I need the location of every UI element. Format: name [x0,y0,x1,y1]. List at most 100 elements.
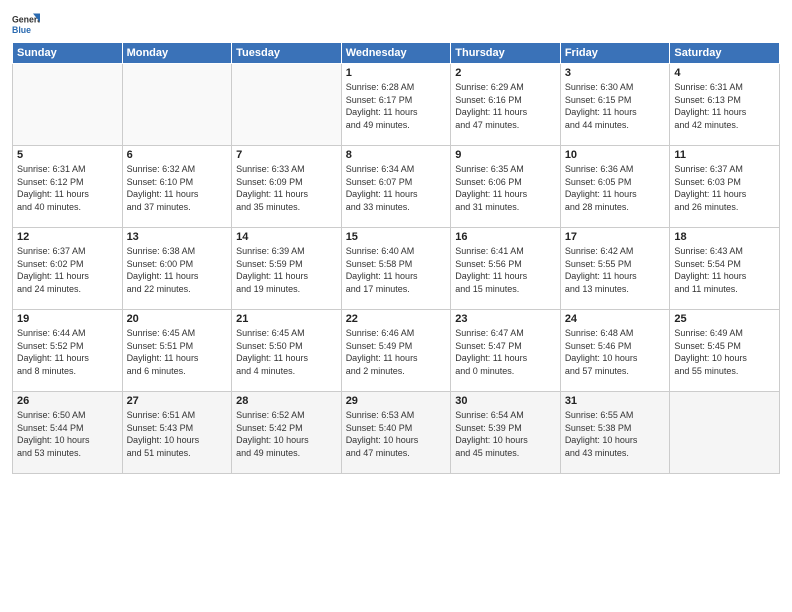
calendar-day [13,64,123,146]
day-info: Sunrise: 6:35 AMSunset: 6:06 PMDaylight:… [455,163,556,213]
day-info: Sunrise: 6:39 AMSunset: 5:59 PMDaylight:… [236,245,337,295]
day-number: 20 [127,313,228,325]
day-info: Sunrise: 6:37 AMSunset: 6:02 PMDaylight:… [17,245,118,295]
day-number: 6 [127,149,228,161]
day-number: 12 [17,231,118,243]
day-info: Sunrise: 6:47 AMSunset: 5:47 PMDaylight:… [455,327,556,377]
day-info: Sunrise: 6:43 AMSunset: 5:54 PMDaylight:… [674,245,775,295]
day-info: Sunrise: 6:45 AMSunset: 5:51 PMDaylight:… [127,327,228,377]
weekday-header-monday: Monday [122,43,232,64]
weekday-header-friday: Friday [560,43,670,64]
day-info: Sunrise: 6:55 AMSunset: 5:38 PMDaylight:… [565,409,666,459]
day-number: 19 [17,313,118,325]
calendar-day: 6 Sunrise: 6:32 AMSunset: 6:10 PMDaylight… [122,146,232,228]
day-info: Sunrise: 6:34 AMSunset: 6:07 PMDaylight:… [346,163,447,213]
day-number: 10 [565,149,666,161]
day-number: 30 [455,395,556,407]
calendar-day: 9 Sunrise: 6:35 AMSunset: 6:06 PMDaylight… [451,146,561,228]
day-info: Sunrise: 6:52 AMSunset: 5:42 PMDaylight:… [236,409,337,459]
weekday-header-thursday: Thursday [451,43,561,64]
calendar-day: 16Sunrise: 6:41 AMSunset: 5:56 PMDayligh… [451,228,561,310]
day-number: 21 [236,313,337,325]
calendar-day: 15 Sunrise: 6:40 AMSunset: 5:58 PMDayligh… [341,228,451,310]
day-info: Sunrise: 6:49 AMSunset: 5:45 PMDaylight:… [674,327,775,377]
calendar-day: 18 Sunrise: 6:43 AMSunset: 5:54 PMDayligh… [670,228,780,310]
calendar-day: 10 Sunrise: 6:36 AMSunset: 6:05 PMDayligh… [560,146,670,228]
day-info: Sunrise: 6:30 AMSunset: 6:15 PMDaylight:… [565,81,666,131]
day-info: Sunrise: 6:51 AMSunset: 5:43 PMDaylight:… [127,409,228,459]
weekday-header-sunday: Sunday [13,43,123,64]
calendar-table: SundayMondayTuesdayWednesdayThursdayFrid… [12,42,780,474]
day-info: Sunrise: 6:54 AMSunset: 5:39 PMDaylight:… [455,409,556,459]
calendar-week-3: 12 Sunrise: 6:37 AMSunset: 6:02 PMDayligh… [13,228,780,310]
day-number: 2 [455,67,556,79]
svg-text:Blue: Blue [12,25,31,35]
day-info: Sunrise: 6:53 AMSunset: 5:40 PMDaylight:… [346,409,447,459]
calendar-week-5: 26Sunrise: 6:50 AMSunset: 5:44 PMDayligh… [13,392,780,474]
day-info: Sunrise: 6:38 AMSunset: 6:00 PMDaylight:… [127,245,228,295]
day-number: 4 [674,67,775,79]
calendar-day: 26Sunrise: 6:50 AMSunset: 5:44 PMDayligh… [13,392,123,474]
day-number: 9 [455,149,556,161]
day-number: 5 [17,149,118,161]
weekday-header-saturday: Saturday [670,43,780,64]
day-number: 31 [565,395,666,407]
day-info: Sunrise: 6:40 AMSunset: 5:58 PMDaylight:… [346,245,447,295]
header: General Blue [12,10,780,38]
calendar-day [232,64,342,146]
day-number: 27 [127,395,228,407]
calendar-day: 17 Sunrise: 6:42 AMSunset: 5:55 PMDayligh… [560,228,670,310]
day-info: Sunrise: 6:32 AMSunset: 6:10 PMDaylight:… [127,163,228,213]
day-number: 28 [236,395,337,407]
calendar-day [122,64,232,146]
calendar-day: 5 Sunrise: 6:31 AMSunset: 6:12 PMDaylight… [13,146,123,228]
day-info: Sunrise: 6:29 AMSunset: 6:16 PMDaylight:… [455,81,556,131]
calendar-day: 2 Sunrise: 6:29 AMSunset: 6:16 PMDaylight… [451,64,561,146]
weekday-header-tuesday: Tuesday [232,43,342,64]
calendar-day: 29 Sunrise: 6:53 AMSunset: 5:40 PMDayligh… [341,392,451,474]
day-number: 17 [565,231,666,243]
day-info: Sunrise: 6:50 AMSunset: 5:44 PMDaylight:… [17,409,118,459]
calendar-day: 25Sunrise: 6:49 AMSunset: 5:45 PMDayligh… [670,310,780,392]
logo-icon: General Blue [12,10,40,38]
calendar-day: 19 Sunrise: 6:44 AMSunset: 5:52 PMDayligh… [13,310,123,392]
calendar-day: 11 Sunrise: 6:37 AMSunset: 6:03 PMDayligh… [670,146,780,228]
day-info: Sunrise: 6:48 AMSunset: 5:46 PMDaylight:… [565,327,666,377]
day-info: Sunrise: 6:31 AMSunset: 6:13 PMDaylight:… [674,81,775,131]
day-info: Sunrise: 6:44 AMSunset: 5:52 PMDaylight:… [17,327,118,377]
calendar-day: 1Sunrise: 6:28 AMSunset: 6:17 PMDaylight… [341,64,451,146]
day-info: Sunrise: 6:42 AMSunset: 5:55 PMDaylight:… [565,245,666,295]
calendar-day: 12 Sunrise: 6:37 AMSunset: 6:02 PMDayligh… [13,228,123,310]
day-number: 15 [346,231,447,243]
day-number: 7 [236,149,337,161]
calendar-day [670,392,780,474]
logo: General Blue [12,10,40,38]
calendar-day: 31 Sunrise: 6:55 AMSunset: 5:38 PMDayligh… [560,392,670,474]
day-number: 22 [346,313,447,325]
day-info: Sunrise: 6:45 AMSunset: 5:50 PMDaylight:… [236,327,337,377]
calendar-day: 27 Sunrise: 6:51 AMSunset: 5:43 PMDayligh… [122,392,232,474]
day-number: 3 [565,67,666,79]
day-info: Sunrise: 6:37 AMSunset: 6:03 PMDaylight:… [674,163,775,213]
day-info: Sunrise: 6:46 AMSunset: 5:49 PMDaylight:… [346,327,447,377]
day-number: 18 [674,231,775,243]
day-info: Sunrise: 6:31 AMSunset: 6:12 PMDaylight:… [17,163,118,213]
calendar-day: 28 Sunrise: 6:52 AMSunset: 5:42 PMDayligh… [232,392,342,474]
calendar-day: 14Sunrise: 6:39 AMSunset: 5:59 PMDayligh… [232,228,342,310]
day-info: Sunrise: 6:36 AMSunset: 6:05 PMDaylight:… [565,163,666,213]
day-number: 29 [346,395,447,407]
day-number: 8 [346,149,447,161]
calendar-day: 13 Sunrise: 6:38 AMSunset: 6:00 PMDayligh… [122,228,232,310]
calendar-week-1: 1Sunrise: 6:28 AMSunset: 6:17 PMDaylight… [13,64,780,146]
day-number: 11 [674,149,775,161]
calendar-day: 23 Sunrise: 6:47 AMSunset: 5:47 PMDayligh… [451,310,561,392]
day-info: Sunrise: 6:41 AMSunset: 5:56 PMDaylight:… [455,245,556,295]
day-number: 23 [455,313,556,325]
day-number: 1 [346,67,447,79]
day-number: 13 [127,231,228,243]
calendar-day: 3 Sunrise: 6:30 AMSunset: 6:15 PMDaylight… [560,64,670,146]
calendar-day: 7 Sunrise: 6:33 AMSunset: 6:09 PMDaylight… [232,146,342,228]
calendar-day: 8 Sunrise: 6:34 AMSunset: 6:07 PMDaylight… [341,146,451,228]
calendar-day: 21 Sunrise: 6:45 AMSunset: 5:50 PMDayligh… [232,310,342,392]
day-info: Sunrise: 6:33 AMSunset: 6:09 PMDaylight:… [236,163,337,213]
